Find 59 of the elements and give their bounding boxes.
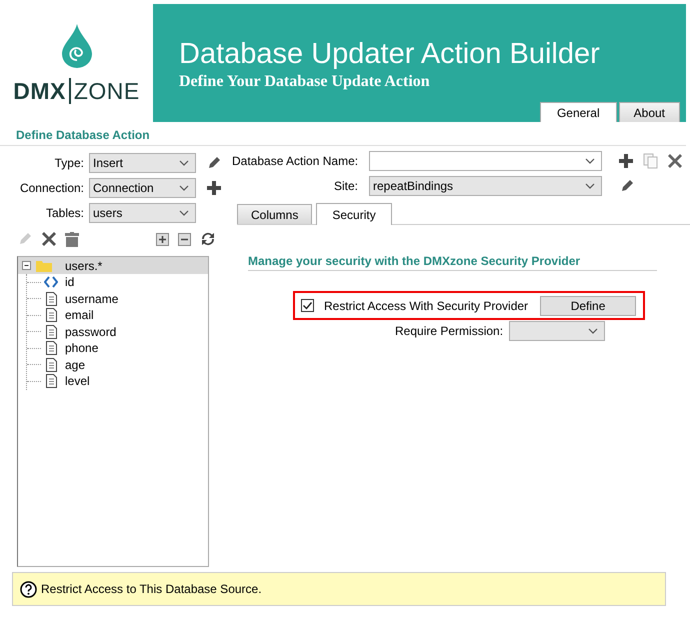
logo-text: DMX ZONE — [13, 78, 140, 105]
document-icon — [46, 308, 56, 322]
field-label: Connection: — [18, 181, 84, 195]
tree-item[interactable]: users.* — [65, 258, 102, 272]
chevron-down-icon — [179, 210, 189, 216]
tree-item[interactable]: phone — [65, 341, 98, 356]
tree-item[interactable]: password — [65, 324, 116, 339]
delete-icon[interactable] — [668, 154, 682, 168]
security-heading: Manage your security with the DMXzone Security Provider — [248, 254, 657, 271]
tab[interactable]: Columns — [237, 204, 312, 224]
logo-drop-icon — [62, 24, 92, 68]
edit-icon — [17, 231, 33, 247]
refresh-icon[interactable] — [200, 231, 216, 247]
tree-item[interactable]: email — [65, 308, 94, 322]
chevron-down-icon — [179, 160, 189, 166]
document-icon — [46, 341, 56, 356]
dropdown[interactable]: users — [89, 203, 196, 223]
checkbox-label: Restrict Access With Security Provider — [324, 298, 528, 312]
field-label: Tables: — [44, 206, 84, 220]
field-label: Type: — [54, 156, 84, 170]
add-icon[interactable] — [619, 154, 633, 168]
delete-icon[interactable] — [42, 232, 56, 246]
chevron-down-icon — [585, 158, 595, 164]
key-field-icon — [44, 276, 58, 288]
tab[interactable]: General — [540, 102, 617, 122]
tree-item[interactable]: username — [65, 292, 118, 306]
checkbox[interactable] — [301, 299, 314, 312]
chevron-down-icon — [588, 328, 598, 334]
app-title: Database Updater Action Builder — [179, 38, 601, 71]
tab[interactable]: About — [618, 102, 680, 122]
expand-all-icon[interactable] — [156, 232, 169, 246]
help-text: Restrict Access to This Database Source. — [41, 582, 262, 596]
tree-item[interactable]: level — [65, 374, 90, 388]
add-icon[interactable] — [207, 181, 221, 195]
tab[interactable]: Security — [316, 203, 392, 225]
field-label: Require Permission: — [395, 324, 504, 338]
define-button[interactable]: Define — [540, 296, 636, 316]
help-icon — [20, 580, 37, 598]
field-label: Database Action Name: — [232, 154, 358, 168]
dropdown[interactable]: Connection — [89, 178, 196, 198]
section-title: Define Database Action — [0, 122, 686, 146]
dropdown[interactable]: Insert — [89, 153, 196, 173]
site-dropdown[interactable]: repeatBindings — [369, 176, 602, 196]
collapse-toggle-icon[interactable] — [22, 261, 31, 270]
field-label: Site: — [332, 179, 358, 193]
chevron-down-icon — [585, 183, 595, 189]
pencil-icon[interactable] — [206, 155, 222, 171]
document-icon — [46, 358, 56, 372]
trash-icon[interactable] — [65, 232, 79, 246]
document-icon — [46, 324, 56, 339]
pencil-icon[interactable] — [619, 178, 635, 194]
document-icon — [46, 292, 56, 306]
document-icon — [46, 374, 56, 388]
app-subtitle: Define Your Database Update Action — [179, 73, 431, 91]
tree-item[interactable]: age — [65, 358, 86, 372]
folder-icon — [36, 259, 52, 272]
collapse-all-icon[interactable] — [178, 232, 191, 246]
tree-item[interactable]: id — [65, 275, 74, 290]
chevron-down-icon — [179, 185, 189, 191]
